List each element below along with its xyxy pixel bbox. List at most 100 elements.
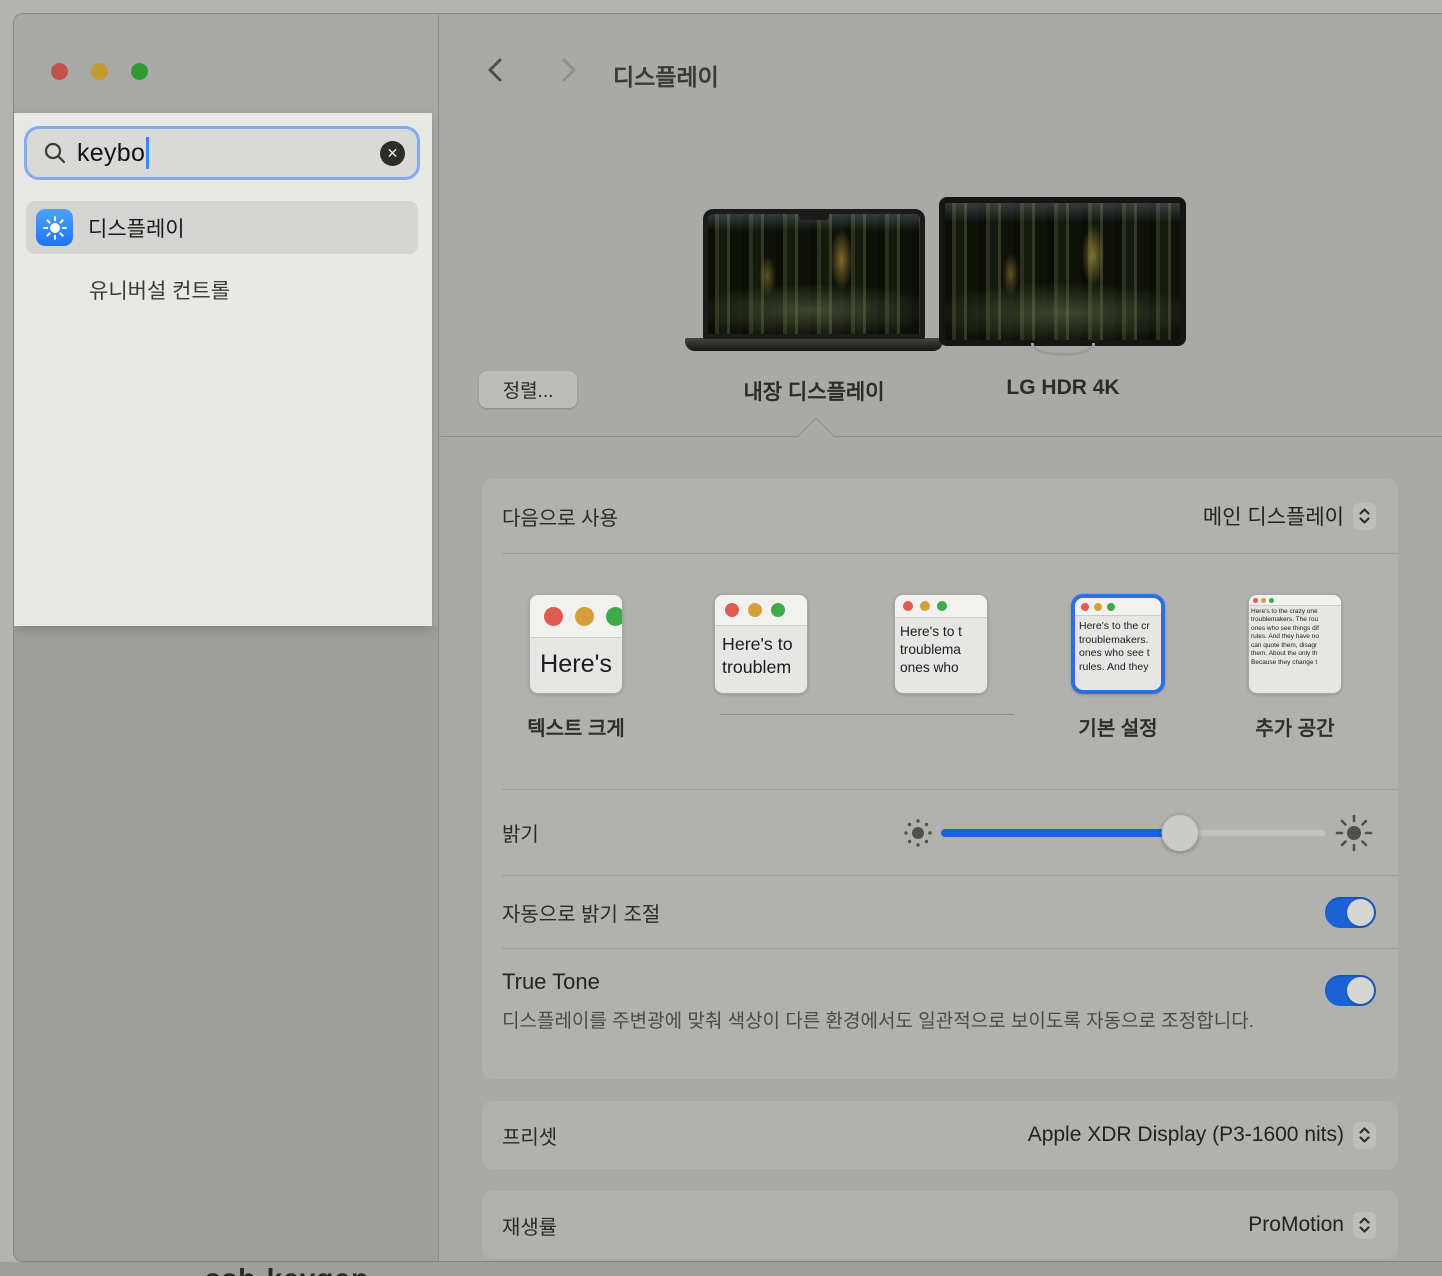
true-tone-toggle[interactable] — [1325, 975, 1376, 1006]
scaling-option-기본 설정[interactable]: Here's to the crtroublemakers.ones who s… — [1071, 594, 1165, 694]
preset-label: 프리셋 — [502, 1121, 557, 1150]
mini-window-body-text: Here's to the crtroublemakers.ones who s… — [1075, 616, 1161, 679]
use-as-label: 다음으로 사용 — [502, 502, 618, 531]
mini-window-preview: Here's — [529, 594, 623, 694]
scaling-option-추가 공간[interactable]: Here's to the crazy onetroublemakers. Th… — [1248, 594, 1342, 694]
refresh-rate-value: ProMotion — [1248, 1213, 1344, 1237]
laptop-notch — [799, 214, 829, 220]
mini-traffic-light — [1269, 598, 1274, 603]
preset-card: 프리셋 Apple XDR Display (P3-1600 nits) — [482, 1101, 1398, 1169]
use-as-popup[interactable]: 메인 디스플레이 — [1203, 501, 1376, 531]
brightness-low-icon — [901, 816, 935, 850]
builtin-display-thumbnail[interactable] — [698, 209, 930, 351]
search-input-value: keybo — [77, 139, 145, 168]
mini-traffic-light — [1094, 603, 1102, 611]
mini-traffic-light — [725, 603, 739, 617]
mini-window-titlebar — [530, 595, 622, 638]
external-display-screen — [939, 197, 1186, 346]
mini-window-body-text: Here's — [530, 638, 622, 691]
mini-traffic-light — [1253, 598, 1258, 603]
chevron-up-down-icon[interactable] — [1353, 1122, 1376, 1149]
builtin-display-label: 내장 디스플레이 — [684, 376, 944, 406]
mini-traffic-light — [1107, 603, 1115, 611]
background-text: ssh-keygen — [205, 1263, 369, 1276]
mini-window-body-text: Here's totroublem — [715, 626, 807, 686]
mini-traffic-light — [748, 603, 762, 617]
mini-window-titlebar — [895, 595, 987, 618]
preset-value: Apple XDR Display (P3-1600 nits) — [1028, 1123, 1344, 1147]
mini-window-preview: Here's to the crazy onetroublemakers. Th… — [1248, 594, 1342, 694]
auto-brightness-label: 자동으로 밝기 조절 — [502, 898, 660, 927]
auto-brightness-toggle[interactable] — [1325, 897, 1376, 928]
external-display-thumbnail[interactable] — [939, 197, 1186, 356]
scaling-option-label: 기본 설정 — [1078, 712, 1157, 741]
chevron-up-down-icon[interactable] — [1353, 503, 1376, 530]
clear-search-button[interactable]: ✕ — [380, 141, 405, 166]
background-window-strip: ssh-keygen — [0, 1262, 1442, 1276]
arrange-button[interactable]: 정렬... — [479, 371, 577, 408]
chevron-up-down-icon[interactable] — [1353, 1212, 1376, 1239]
mini-traffic-light — [575, 607, 594, 626]
section-divider — [438, 436, 1442, 437]
mini-traffic-light — [544, 607, 563, 626]
back-button[interactable] — [482, 56, 510, 84]
selected-display-caret — [798, 418, 835, 455]
external-display-label: LG HDR 4K — [933, 376, 1193, 400]
sidebar-content-divider — [438, 14, 439, 1261]
scaling-options-row: Here's텍스트 크게Here's totroublemHere's to t… — [482, 554, 1398, 789]
search-results-panel: keybo ✕ 디스플레이 유니버설 컨트롤 — [14, 113, 432, 626]
scaling-option-label: 추가 공간 — [1255, 712, 1334, 741]
true-tone-description: 디스플레이를 주변광에 맞춰 색상이 다른 환경에서도 일관적으로 보이도록 자… — [502, 1007, 1262, 1036]
forward-button[interactable] — [554, 56, 582, 84]
text-cursor — [146, 137, 149, 169]
search-result-displays[interactable]: 디스플레이 — [26, 201, 418, 254]
brightness-slider[interactable] — [941, 829, 1326, 837]
mini-window-preview: Here's to the crtroublemakers.ones who s… — [1071, 594, 1165, 694]
search-icon — [43, 141, 67, 165]
mini-traffic-light — [1081, 603, 1089, 611]
mini-window-preview: Here's totroublem — [714, 594, 808, 694]
monitor-stand — [1031, 343, 1095, 356]
display-brightness-icon — [36, 209, 73, 246]
mini-traffic-light — [920, 601, 930, 611]
mini-window-body-text: Here's to ttroublemaones who — [895, 618, 987, 681]
search-result-label: 유니버설 컨트롤 — [89, 275, 230, 305]
search-result-universal-control[interactable]: 유니버설 컨트롤 — [89, 268, 409, 312]
display-settings-card: 다음으로 사용 메인 디스플레이 Here's텍스트 크게Here's totr… — [482, 479, 1398, 1079]
mini-traffic-light — [937, 601, 947, 611]
brightness-label: 밝기 — [502, 818, 539, 847]
minimize-window-button[interactable] — [91, 63, 108, 80]
sidebar-dimmed-area — [14, 626, 438, 1261]
use-as-value: 메인 디스플레이 — [1203, 501, 1344, 531]
brightness-slider-knob[interactable] — [1161, 814, 1198, 851]
mini-window-titlebar — [1249, 595, 1341, 606]
mini-traffic-light — [1261, 598, 1266, 603]
brightness-slider-fill — [941, 829, 1180, 837]
mini-traffic-light — [606, 607, 623, 626]
refresh-rate-label: 재생률 — [502, 1211, 557, 1240]
system-settings-window: 디스플레이 keybo ✕ — [13, 13, 1442, 1262]
mini-window-body-text: Here's to the crazy onetroublemakers. Th… — [1249, 606, 1341, 669]
laptop-base — [685, 338, 943, 351]
brightness-high-icon — [1334, 813, 1374, 853]
mini-traffic-light — [903, 601, 913, 611]
preset-popup[interactable]: Apple XDR Display (P3-1600 nits) — [1028, 1122, 1376, 1149]
scaling-option-2[interactable]: Here's totroublem — [714, 594, 808, 694]
refresh-rate-card: 재생률 ProMotion — [482, 1191, 1398, 1259]
mini-window-preview: Here's to ttroublemaones who — [894, 594, 988, 694]
scaling-option-텍스트 크게[interactable]: Here's텍스트 크게 — [529, 594, 623, 694]
toggle-knob — [1347, 899, 1374, 926]
refresh-rate-popup[interactable]: ProMotion — [1248, 1212, 1376, 1239]
page-title: 디스플레이 — [613, 58, 719, 92]
close-window-button[interactable] — [51, 63, 68, 80]
search-input[interactable]: keybo ✕ — [24, 126, 420, 180]
toggle-knob — [1347, 977, 1374, 1004]
builtin-display-screen — [703, 209, 925, 339]
zoom-window-button[interactable] — [131, 63, 148, 80]
scaling-option-label: 텍스트 크게 — [527, 712, 625, 741]
scaling-option-3[interactable]: Here's to ttroublemaones who — [894, 594, 988, 694]
scaling-options-connector-line — [720, 714, 1014, 715]
mini-traffic-light — [771, 603, 785, 617]
mini-window-titlebar — [715, 595, 807, 626]
mini-window-titlebar — [1075, 598, 1161, 616]
